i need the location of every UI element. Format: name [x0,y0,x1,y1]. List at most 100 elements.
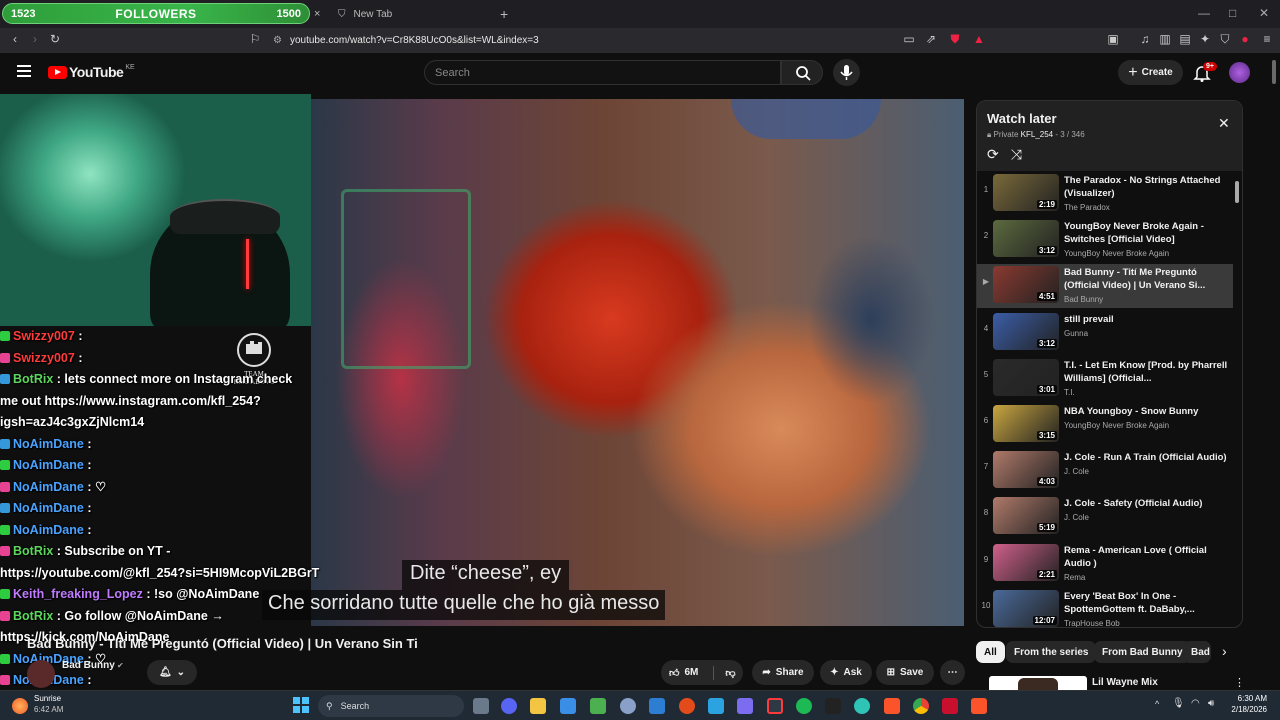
volume-icon[interactable]: 🔊︎ [1208,698,1214,709]
create-button[interactable]: + Create [1118,60,1183,85]
maximize-icon[interactable]: □ [1229,6,1236,20]
playlist-item[interactable]: 4 3:12 still prevail Gunna [977,311,1233,355]
gaming-icon[interactable] [737,698,753,714]
youtube-logo[interactable]: YouTube KE [48,64,135,80]
like-button[interactable]: 👍︎ 6M [669,667,698,679]
page-scrollbar[interactable] [1272,60,1276,84]
playlist-item[interactable]: 2 3:12 YoungBoy Never Broke Again - Switch… [977,218,1233,262]
share-page-icon[interactable]: ⇗ [924,32,938,46]
task-view-icon[interactable] [473,698,489,714]
subscribe-bell-button[interactable]: 🔔︎ ⌄ [147,660,197,685]
weather-sunrise-icon[interactable] [12,698,28,714]
wallet-icon[interactable]: ▣ [1106,32,1120,46]
chat-username[interactable]: BotRix [13,544,53,558]
filter-chip[interactable]: From the series [1006,641,1097,663]
ask-button[interactable]: ✦ Ask [820,660,872,685]
settings-icon[interactable] [620,698,636,714]
playlist-item[interactable]: ▶ 4:51 Bad Bunny - Tití Me Preguntó (Offic… [977,264,1233,309]
chat-username[interactable]: BotRix [13,609,53,623]
chat-username[interactable]: Swizzy007 [13,329,75,343]
mic-tray-icon[interactable]: 🎙︎ [1172,698,1185,709]
filter-chip[interactable]: All [976,641,1005,663]
wifi-icon[interactable]: ◠ [1191,698,1200,709]
playlist-scrollbar[interactable] [1235,181,1239,203]
active-app-icon[interactable] [767,698,783,714]
next-thumbnail[interactable] [989,676,1087,690]
minimize-icon[interactable]: — [1198,6,1210,20]
search-button[interactable] [781,60,823,85]
brave-icon[interactable] [884,698,900,714]
close-playlist-icon[interactable]: ✕ [1218,115,1230,132]
chat-username[interactable]: BotRix [13,372,53,386]
url-field[interactable]: ⚙ youtube.com/watch?v=Cr8K88UcO0s&list=W… [245,30,995,51]
taskbar-search[interactable]: ⚲ Search [318,695,464,717]
hamburger-menu-icon[interactable] [17,65,31,77]
chat-username[interactable]: NoAimDane [13,501,84,515]
chat-username[interactable]: Swizzy007 [13,351,75,365]
playlist-title[interactable]: Watch later [987,111,1232,126]
next-item-title[interactable]: Lil Wayne Mix [1092,677,1158,688]
back-icon[interactable]: ‹ [8,32,22,46]
channel-avatar[interactable] [27,660,55,688]
app-icon-orange[interactable] [679,698,695,714]
close-tab-icon[interactable]: × [314,3,320,25]
new-tab-plus-icon[interactable]: + [500,3,508,25]
music-icon[interactable]: ♫ [1138,32,1152,46]
search-input[interactable]: Search [424,60,781,85]
chrome-icon[interactable] [913,698,929,714]
save-button[interactable]: ⊞ Save [876,660,934,685]
avatar[interactable] [1229,62,1250,83]
clock-date[interactable]: 2/18/2026 [1225,705,1267,714]
app-icon-teal[interactable] [854,698,870,714]
close-window-icon[interactable]: ✕ [1259,6,1269,20]
chat-username[interactable]: NoAimDane [13,523,84,537]
store-icon[interactable] [560,698,576,714]
playlist-item[interactable]: 1 2:19 The Paradox - No Strings Attached (… [977,172,1233,216]
chat-username[interactable]: NoAimDane [13,480,84,494]
extensions-icon[interactable]: ✦ [1198,32,1212,46]
shuffle-icon[interactable]: ⤨ [1011,146,1022,163]
playlist-item[interactable]: 6 3:15 NBA Youngboy - Snow Bunny YoungBoy N… [977,403,1233,447]
loop-icon[interactable]: ⟳ [987,146,999,163]
clock-time[interactable]: 6:30 AM [1233,694,1267,703]
brave-shield-icon[interactable]: ⛊ [948,32,962,46]
filter-chip[interactable]: Bad [1183,641,1211,663]
app-icon-dark[interactable] [825,698,841,714]
windows-start-icon[interactable] [293,697,309,713]
app-icon-green[interactable] [590,698,606,714]
sidebar-icon[interactable]: ▥ [1158,32,1172,46]
chat-username[interactable]: NoAimDane [13,437,84,451]
profile-icon[interactable]: ● [1238,32,1252,46]
app-icon-blue[interactable] [649,698,665,714]
filter-chip[interactable]: From Bad Bunny [1094,641,1191,663]
notifications-button[interactable]: 9+ [1193,62,1217,87]
thumbs-down-icon[interactable]: 👎︎ [725,667,735,679]
channel-name[interactable]: Bad Bunny [62,660,115,671]
playlist-item[interactable]: 9 2:21 Rema - American Love ( Official Aud… [977,542,1233,586]
app-icon-red[interactable] [942,698,958,714]
video-player[interactable] [311,99,964,626]
chevron-right-icon[interactable]: › [1222,643,1227,659]
cast-icon[interactable]: ▭ [902,32,916,46]
reload-icon[interactable]: ↻ [48,32,62,46]
forward-icon[interactable]: › [28,32,42,46]
playlist-item[interactable]: 8 5:19 J. Cole - Safety (Official Audio) J.… [977,495,1233,539]
voice-search-button[interactable] [833,59,860,86]
playlist-item[interactable]: 5 3:01 T.I. - Let Em Know [Prod. by Pharre… [977,357,1233,401]
more-actions-button[interactable]: ⋯ [940,660,965,685]
playlist-owner[interactable]: KFL_254 [1021,130,1053,139]
security-icon[interactable] [708,698,724,714]
file-explorer-icon[interactable] [530,698,546,714]
site-info-icon[interactable]: ⚙ [273,35,282,46]
menu-icon[interactable]: ≡ [1260,32,1274,46]
playlist-item[interactable]: 7 4:03 J. Cole - Run A Train (Official Aud… [977,449,1233,493]
tabs-icon[interactable]: ▤ [1178,32,1192,46]
chat-app-icon[interactable] [501,698,517,714]
vpn-icon[interactable]: ⛉ [1218,32,1232,46]
chat-username[interactable]: Keith_freaking_Lopez [13,587,143,601]
more-vertical-icon[interactable]: ⋮ [1234,676,1245,689]
chat-username[interactable]: NoAimDane [13,458,84,472]
brave-browser-icon[interactable] [971,698,987,714]
tray-chevron-icon[interactable]: ^ [1155,699,1159,709]
share-button[interactable]: ➦ Share [752,660,814,685]
